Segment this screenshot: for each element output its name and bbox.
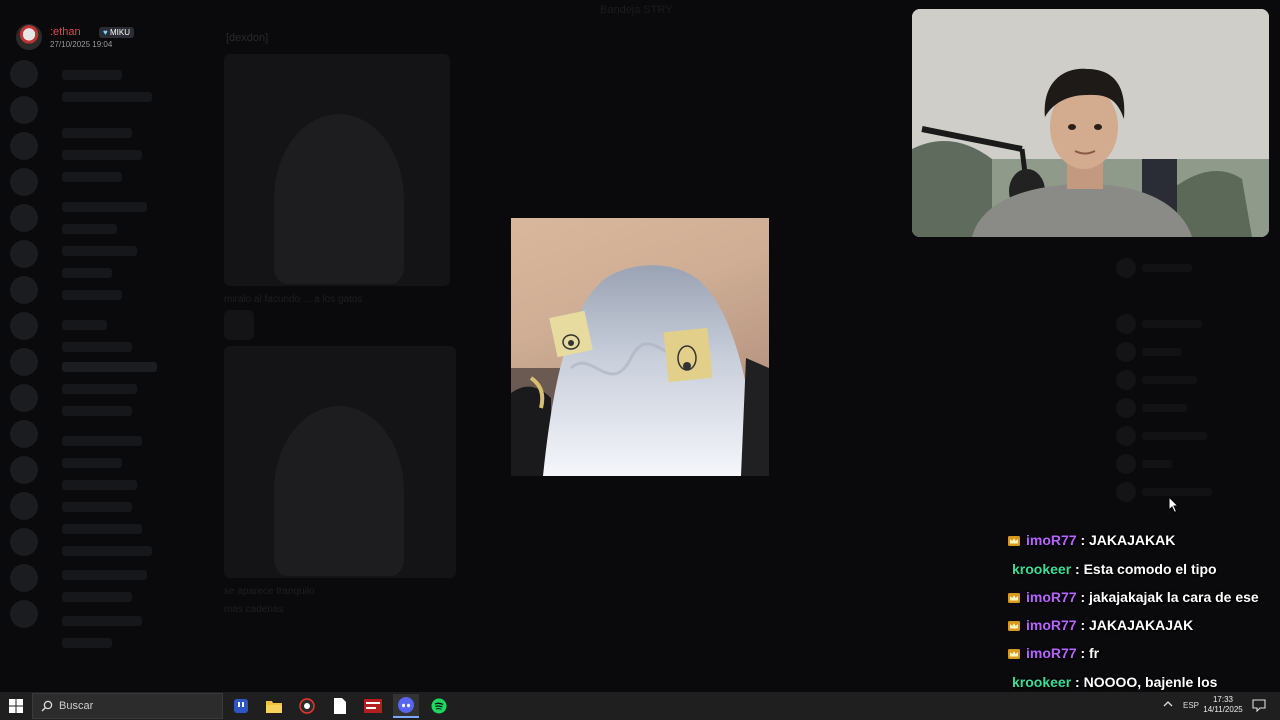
windows-taskbar: Buscar ESP 17:33 14/11/2025: [0, 692, 1280, 720]
attachment-thumb: [224, 310, 254, 340]
chat-username[interactable]: imoR77: [1026, 617, 1080, 633]
search-placeholder: Buscar: [59, 700, 94, 712]
chrome-icon: [299, 698, 315, 714]
chat-message: imoR77 : JAKAJAKAJAK: [1008, 617, 1193, 633]
search-icon: [41, 700, 53, 712]
spotify-app-button[interactable]: [426, 694, 452, 718]
chrome-app-button[interactable]: [294, 694, 320, 718]
opened-image-ghost-cat[interactable]: [511, 218, 769, 476]
windows-logo-icon: [9, 699, 23, 713]
twitch-app-button[interactable]: [228, 694, 254, 718]
crown-badge-icon: [1008, 621, 1020, 631]
chevron-up-icon[interactable]: [1163, 700, 1173, 708]
sender-name[interactable]: :ethan: [50, 26, 81, 38]
taskbar-clock[interactable]: 17:33 14/11/2025: [1200, 695, 1246, 715]
crown-badge-icon: [1008, 649, 1020, 659]
mouse-cursor-icon: [1168, 496, 1180, 514]
discord-app-button[interactable]: [393, 694, 419, 718]
chat-message-text: : JAKAJAKAK: [1080, 532, 1176, 548]
message-text: mas cadenas: [224, 604, 284, 615]
user-badge: ♥ MIKU: [99, 27, 134, 38]
crown-badge-icon: [1008, 536, 1020, 546]
chat-message-text: : JAKAJAKAJAK: [1080, 617, 1194, 633]
spotify-icon: [431, 698, 447, 714]
chat-message: imoR77 : fr: [1008, 645, 1099, 661]
timestamp: 27/10/2025 19:04: [50, 40, 113, 49]
chat-username[interactable]: imoR77: [1026, 532, 1080, 548]
crown-badge-icon: [1008, 593, 1020, 603]
clock-time: 17:33: [1212, 695, 1234, 704]
chat-message-text: : NOOOO, bajenle los: [1075, 674, 1218, 690]
language-indicator[interactable]: ESP: [1183, 701, 1199, 710]
notepad-app-button[interactable]: [327, 694, 353, 718]
taskbar-search-input[interactable]: Buscar: [32, 693, 223, 719]
chat-message: imoR77 : jakajakajak la cara de ese: [1008, 589, 1259, 605]
clock-date: 14/11/2025: [1203, 705, 1243, 714]
message-text: se aparece tranquilo: [224, 586, 315, 597]
streamer-webcam: [912, 9, 1269, 237]
file-explorer-icon: [266, 701, 282, 713]
chat-message-text: : fr: [1080, 645, 1100, 661]
discord-icon: [398, 697, 414, 713]
message-text: miralo al facundo ... a los gatos: [224, 294, 363, 305]
media-app-button[interactable]: [360, 694, 386, 718]
notification-icon[interactable]: [1252, 699, 1266, 712]
chat-message: krookeer : Esta comodo el tipo: [1012, 561, 1217, 577]
ghost-photo: [511, 265, 769, 476]
webcam-feed: [912, 9, 1269, 237]
chat-message-text: : Esta comodo el tipo: [1075, 561, 1217, 577]
chat-message-text: : jakajakajak la cara de ese: [1080, 589, 1259, 605]
file-explorer-app-button[interactable]: [261, 694, 287, 718]
chat-username[interactable]: krookeer: [1012, 674, 1075, 690]
channel-list: [52, 52, 172, 672]
channel-header: [dexdon]: [226, 32, 269, 44]
attachment-image: [224, 346, 456, 578]
start-button[interactable]: [0, 692, 32, 720]
server-rail: [0, 52, 48, 672]
chat-username[interactable]: krookeer: [1012, 561, 1075, 577]
member-list: [1110, 240, 1270, 540]
chat-username[interactable]: imoR77: [1026, 589, 1080, 605]
twitch-icon: [234, 699, 248, 713]
discord-window-title: Bandeja STRY: [600, 4, 673, 16]
notepad-icon: [334, 698, 346, 714]
stream-chat-overlay: imoR77 : JAKAJAKAK krookeer : Esta comodo…: [1000, 532, 1280, 718]
chat-username[interactable]: imoR77: [1026, 645, 1080, 661]
chat-message: krookeer : NOOOO, bajenle los: [1012, 674, 1217, 690]
avatar[interactable]: [16, 24, 42, 50]
media-app-icon: [364, 699, 382, 713]
attachment-image: [224, 54, 450, 286]
chat-message: imoR77 : JAKAJAKAK: [1008, 532, 1175, 548]
